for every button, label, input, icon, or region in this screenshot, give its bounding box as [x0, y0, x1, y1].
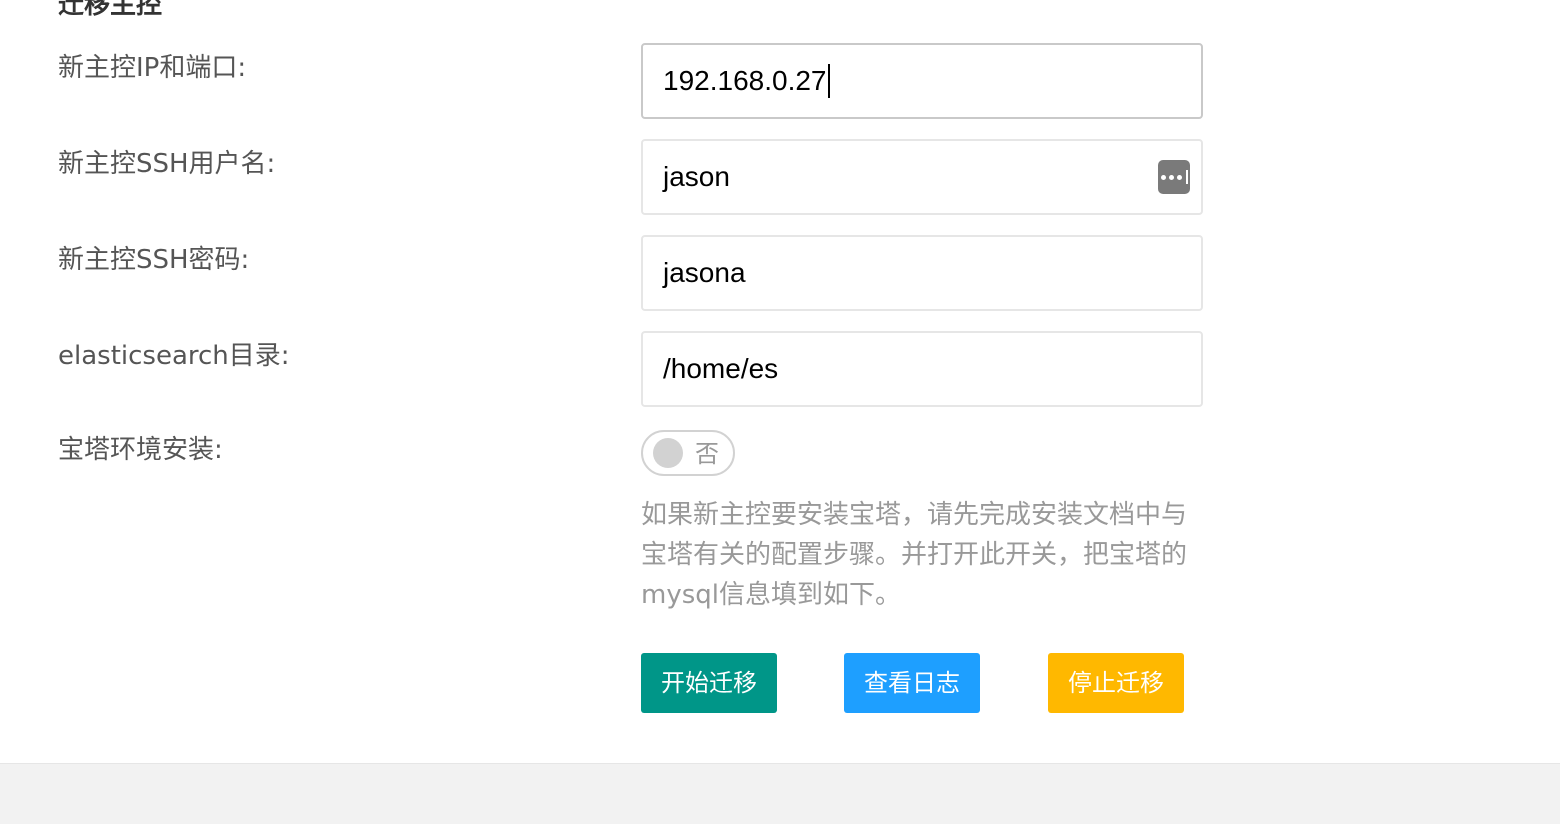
ip-port-value: 192.168.0.27 — [663, 65, 827, 96]
stop-migration-button[interactable]: 停止迁移 — [1048, 653, 1184, 713]
ip-port-row: 新主控IP和端口: 192.168.0.27 — [0, 43, 1560, 119]
switch-knob — [653, 438, 683, 468]
ssh-password-input[interactable]: jasona — [641, 235, 1203, 311]
ssh-user-input[interactable]: jason — [641, 139, 1203, 215]
es-dir-label: elasticsearch目录: — [58, 341, 290, 371]
ip-port-input[interactable]: 192.168.0.27 — [641, 43, 1203, 119]
migration-panel: 迁移主控 新主控IP和端口: 192.168.0.27 新主控SSH用户名: j… — [0, 0, 1560, 763]
start-migration-button[interactable]: 开始迁移 — [641, 653, 777, 713]
view-log-button[interactable]: 查看日志 — [844, 653, 980, 713]
baota-switch[interactable]: 否 — [641, 430, 735, 476]
section-title: 迁移主控 — [58, 0, 163, 20]
ssh-password-label: 新主控SSH密码: — [58, 245, 250, 275]
ssh-user-label: 新主控SSH用户名: — [58, 149, 276, 179]
ssh-password-row: 新主控SSH密码: jasona — [0, 235, 1560, 311]
ssh-user-row: 新主控SSH用户名: jason — [0, 139, 1560, 215]
baota-hint: 如果新主控要安装宝塔，请先完成安装文档中与宝塔有关的配置步骤。并打开此开关，把宝… — [641, 500, 1188, 610]
ssh-user-value: jason — [663, 161, 730, 192]
es-dir-input[interactable]: /home/es — [641, 331, 1203, 407]
es-dir-value: /home/es — [663, 353, 779, 384]
password-manager-icon[interactable] — [1158, 160, 1190, 194]
page-footer-area — [0, 763, 1560, 824]
baota-label: 宝塔环境安装: — [58, 435, 223, 465]
ip-port-label: 新主控IP和端口: — [58, 53, 247, 83]
switch-state-text: 否 — [695, 440, 719, 468]
ssh-password-value: jasona — [663, 257, 746, 288]
text-caret — [827, 63, 830, 98]
es-dir-row: elasticsearch目录: /home/es — [0, 331, 1560, 407]
